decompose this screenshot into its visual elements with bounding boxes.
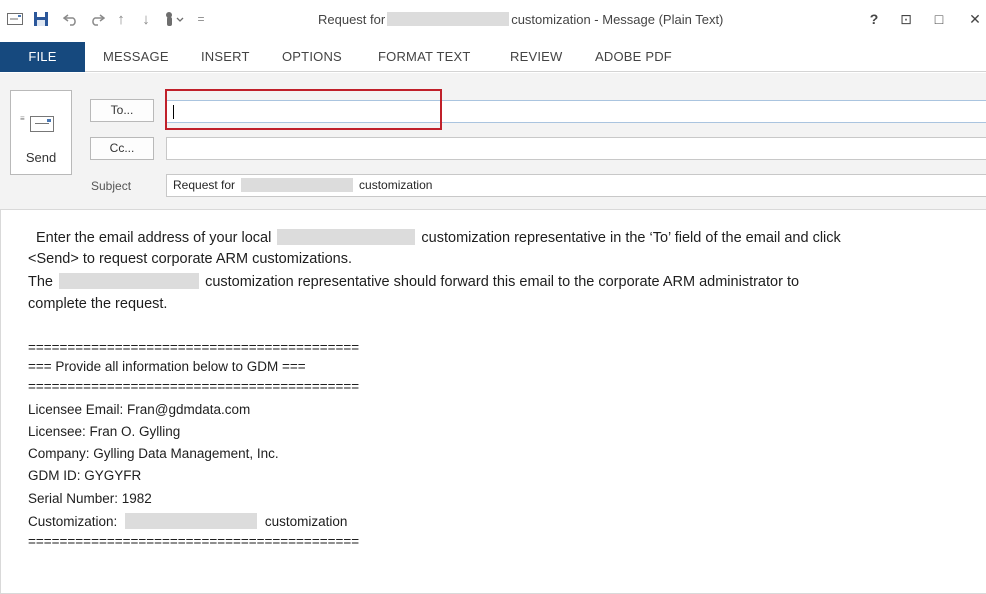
redacted-text (59, 273, 200, 289)
save-icon[interactable] (31, 9, 51, 29)
body-line-1b: customization representative in the ‘To’… (421, 230, 841, 246)
body-line-2: <Send> to request corporate ARM customiz… (28, 251, 353, 267)
section-header: === Provide all information below to GDM… (28, 359, 306, 374)
redacted-subject-text (241, 178, 354, 192)
tab-review[interactable]: REVIEW (510, 42, 562, 72)
tab-adobe-pdf[interactable]: ADOBE PDF (595, 42, 672, 72)
licensee: Licensee: Fran O. Gylling (28, 424, 181, 439)
customize-qat-icon[interactable]: = (194, 9, 208, 29)
tab-message[interactable]: MESSAGE (103, 42, 169, 72)
redacted-text (125, 513, 258, 529)
highlight-box (165, 89, 442, 130)
gdm-id: GDM ID: GYGYFR (28, 468, 142, 483)
title-suffix: customization - Message (Plain Text) (511, 12, 724, 27)
cc-button[interactable]: Cc... (90, 137, 154, 160)
customization-label: Customization: (28, 514, 118, 529)
rule-line-1: ========================================… (28, 340, 360, 355)
cc-field[interactable] (166, 137, 986, 160)
mail-icon (6, 9, 24, 29)
redo-icon[interactable] (88, 9, 106, 29)
body-line-4: complete the request. (28, 296, 168, 312)
licensee-email: Licensee Email: Fran@gdmdata.com (28, 402, 251, 417)
message-body[interactable]: Enter the email address of your local cu… (0, 210, 986, 594)
body-line-3b: customization representative should forw… (205, 274, 800, 290)
body-line-1a: Enter the email address of your local (36, 230, 272, 246)
customization-line: Customization: customization (28, 513, 347, 529)
up-arrow-icon[interactable]: ↑ (112, 9, 130, 29)
subject-suffix: customization (359, 178, 433, 192)
send-button[interactable]: ≡ Send (10, 90, 72, 175)
tab-format-text[interactable]: FORMAT TEXT (378, 42, 470, 72)
ribbon-tab-bar: FILE MESSAGE INSERT OPTIONS FORMAT TEXT … (0, 42, 986, 72)
title-prefix: Request for (318, 12, 386, 27)
company: Company: Gylling Data Management, Inc. (28, 446, 279, 461)
subject-label: Subject (91, 179, 132, 193)
body-line-3: The customization representative should … (28, 273, 799, 290)
undo-icon[interactable] (62, 9, 80, 29)
rule-line-2: ========================================… (28, 379, 360, 394)
subject-prefix: Request for (173, 178, 236, 192)
close-button[interactable]: ✕ (966, 8, 984, 30)
redacted-title-text (387, 12, 510, 26)
maximize-button[interactable]: □ (930, 8, 948, 30)
tab-options[interactable]: OPTIONS (282, 42, 342, 72)
to-button[interactable]: To... (90, 99, 154, 122)
customization-suffix: customization (264, 514, 348, 529)
redacted-text (277, 229, 416, 245)
send-label: Send (25, 150, 57, 165)
ribbon-display-options-button[interactable]: ⊡ (897, 8, 915, 30)
body-line-1: Enter the email address of your local cu… (36, 229, 841, 246)
serial-number: Serial Number: 1982 (28, 491, 152, 506)
touch-mode-icon[interactable] (160, 9, 186, 29)
tab-insert[interactable]: INSERT (201, 42, 250, 72)
envelope-icon (30, 116, 54, 132)
body-line-3a: The (28, 274, 53, 290)
subject-field[interactable]: Request for customization (166, 174, 986, 197)
down-arrow-icon[interactable]: ↓ (137, 9, 155, 29)
send-motion-icon: ≡ (20, 114, 25, 123)
compose-header: ≡ Send To... Cc... Subject Request for cu… (0, 73, 986, 206)
title-bar: ↑ ↓ = Request for customization - Message… (0, 0, 986, 42)
rule-line-3: ========================================… (28, 534, 360, 549)
help-button[interactable]: ? (866, 8, 882, 30)
window-title: Request for customization - Message (Plai… (318, 12, 798, 27)
tab-file[interactable]: FILE (0, 42, 85, 72)
